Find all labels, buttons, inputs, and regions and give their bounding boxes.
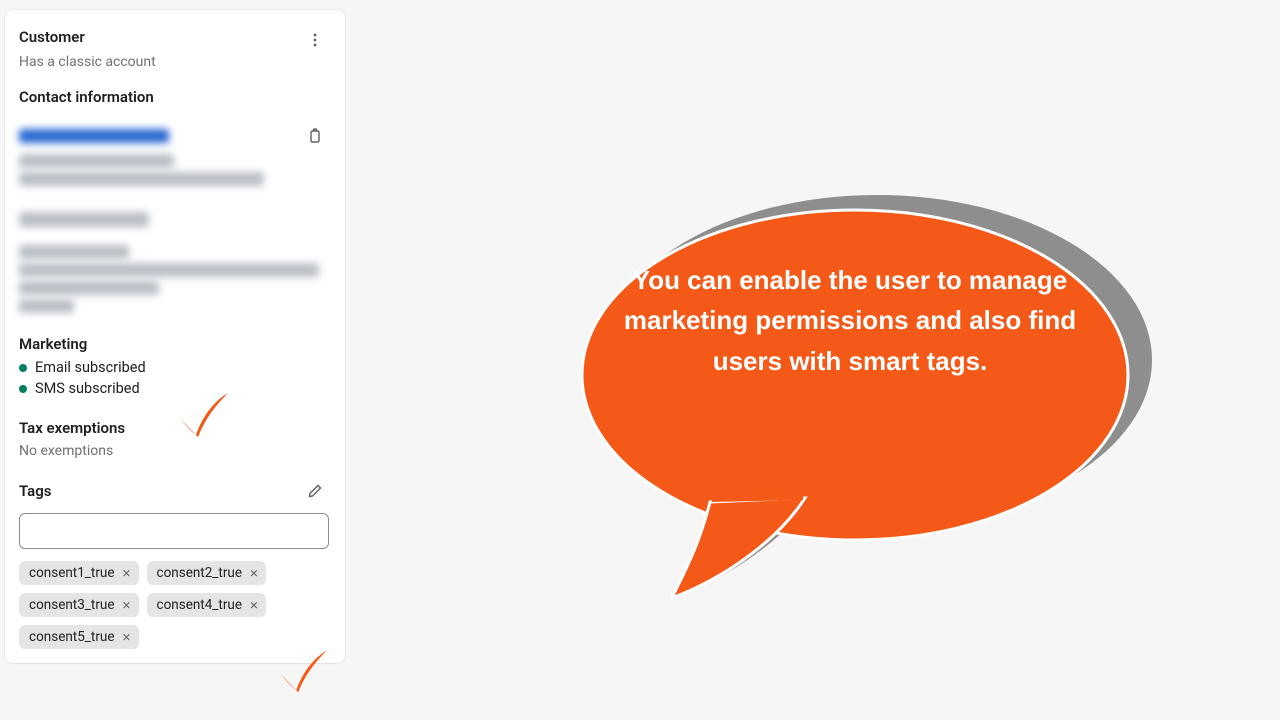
tag-label: consent5_true — [29, 629, 115, 645]
tag-remove-button[interactable]: × — [246, 597, 262, 613]
edit-tags-button[interactable] — [301, 477, 329, 505]
tag-label: consent3_true — [29, 597, 115, 613]
tags-heading: Tags — [19, 482, 52, 500]
tax-heading: Tax exemptions — [19, 419, 329, 437]
tag-label: consent4_true — [157, 597, 243, 613]
tax-value: No exemptions — [19, 443, 329, 459]
tag-chip[interactable]: consent4_true× — [147, 593, 267, 617]
tags-input[interactable] — [19, 513, 329, 549]
tag-chip[interactable]: consent3_true× — [19, 593, 139, 617]
tag-list: consent1_true× consent2_true× consent3_t… — [19, 561, 329, 649]
tag-chip[interactable]: consent1_true× — [19, 561, 139, 585]
redacted-note — [19, 172, 264, 186]
redacted-line — [19, 299, 74, 313]
copy-email-button[interactable] — [301, 122, 329, 150]
tags-header-row: Tags — [19, 477, 329, 505]
status-dot-icon — [19, 385, 27, 393]
customer-card: Customer Has a classic account Contact i… — [5, 10, 345, 663]
tag-remove-button[interactable]: × — [119, 629, 135, 645]
redacted-phone — [19, 154, 174, 168]
tag-chip[interactable]: consent2_true× — [147, 561, 267, 585]
marketing-email-label: Email subscribed — [35, 359, 146, 376]
tag-remove-button[interactable]: × — [119, 565, 135, 581]
status-dot-icon — [19, 364, 27, 372]
pencil-icon — [307, 483, 323, 499]
kebab-icon — [307, 32, 323, 48]
callout-text: You can enable the user to manage market… — [620, 260, 1080, 381]
customer-subtext: Has a classic account — [19, 54, 329, 70]
redacted-email — [19, 129, 169, 143]
contact-email-row — [19, 122, 329, 150]
more-actions-button[interactable] — [301, 26, 329, 54]
redacted-line — [19, 281, 159, 295]
contact-heading: Contact information — [19, 88, 329, 106]
marketing-email-row: Email subscribed — [19, 359, 329, 376]
redacted-address-heading — [19, 212, 149, 227]
customer-header-row: Customer — [19, 26, 329, 54]
redacted-line — [19, 245, 129, 259]
marketing-sms-row: SMS subscribed — [19, 380, 329, 397]
marketing-sms-label: SMS subscribed — [35, 380, 140, 397]
marketing-heading: Marketing — [19, 335, 329, 353]
tag-chip[interactable]: consent5_true× — [19, 625, 139, 649]
redacted-line — [19, 263, 319, 277]
tag-label: consent2_true — [157, 565, 243, 581]
tag-label: consent1_true — [29, 565, 115, 581]
customer-heading: Customer — [19, 28, 85, 46]
tag-remove-button[interactable]: × — [119, 597, 135, 613]
callout-bubble: You can enable the user to manage market… — [580, 200, 1150, 614]
tag-remove-button[interactable]: × — [246, 565, 262, 581]
clipboard-icon — [307, 128, 323, 144]
